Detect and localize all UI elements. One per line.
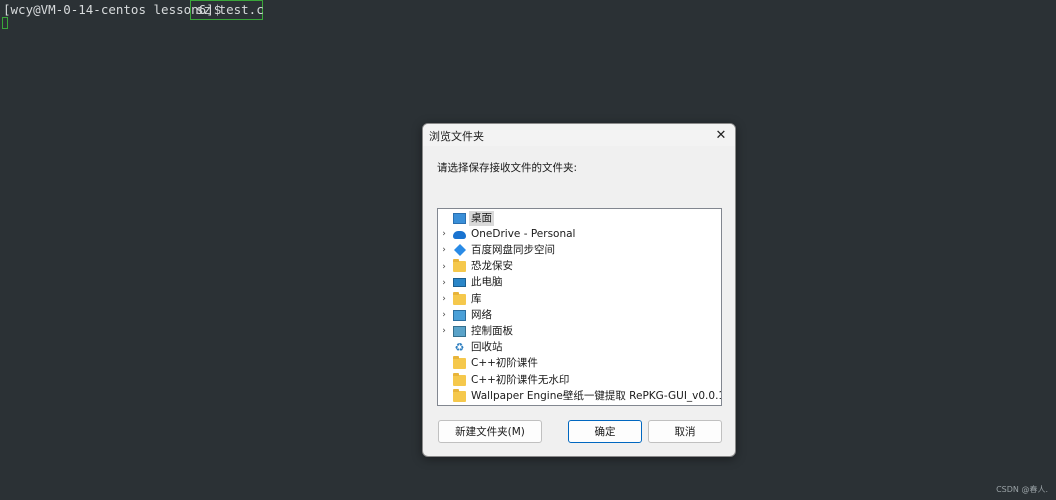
recycle-bin-icon: ♻ [454, 341, 465, 355]
chevron-right-icon[interactable]: › [440, 229, 448, 239]
cancel-button[interactable]: 取消 [648, 420, 722, 443]
folder-tree[interactable]: 桌面 › OneDrive - Personal › 百度网盘同步空间 › 恐龙保安 › 此电脑… [437, 208, 722, 406]
tree-item[interactable]: C++初阶课件无水印 [438, 372, 571, 388]
tree-item-label: 库 [471, 292, 482, 305]
terminal-cursor [2, 17, 8, 29]
tree-item-label: 网络 [471, 308, 492, 321]
chevron-right-icon[interactable]: › [440, 326, 448, 336]
desktop-icon [453, 212, 466, 224]
close-button[interactable]: ✕ [707, 124, 735, 146]
folder-icon [453, 372, 466, 386]
watermark: CSDN @春人. [996, 485, 1048, 494]
tree-item-label: 控制面板 [471, 324, 513, 337]
tree-item[interactable]: › 网络 [438, 307, 494, 323]
network-icon [453, 309, 466, 321]
tree-item[interactable]: › 控制面板 [438, 323, 515, 339]
chevron-right-icon[interactable]: › [440, 278, 448, 288]
tree-item-label: 桌面 [469, 210, 494, 226]
ok-button[interactable]: 确定 [568, 420, 642, 443]
dialog-title: 浏览文件夹 [429, 130, 484, 143]
onedrive-icon [453, 231, 466, 240]
control-panel-icon [453, 325, 466, 337]
tree-item[interactable]: › 此电脑 [438, 275, 505, 291]
tree-item-label: 恐龙保安 [471, 260, 513, 273]
tree-item[interactable]: Wallpaper Engine壁纸一键提取 RePKG-GUI_v0.0.1.… [438, 388, 722, 404]
tree-item-label: 此电脑 [471, 276, 503, 289]
browse-folder-dialog: 浏览文件夹 ✕ 请选择保存接收文件的文件夹: 桌面 › OneDrive - Per… [422, 123, 736, 457]
tree-item[interactable]: 桌面 [438, 210, 494, 226]
tree-item[interactable]: › 百度网盘同步空间 [438, 242, 557, 258]
chevron-right-icon[interactable]: › [440, 294, 448, 304]
baidu-netdisk-icon [453, 244, 467, 257]
folder-icon [453, 259, 466, 273]
tree-item[interactable]: ♻ 回收站 [438, 340, 505, 356]
tree-item-label: Wallpaper Engine壁纸一键提取 RePKG-GUI_v0.0.1.… [471, 389, 722, 402]
chevron-right-icon[interactable]: › [440, 262, 448, 272]
terminal-prompt: [wcy@VM-0-14-centos lesson6]$ [3, 2, 222, 17]
chevron-right-icon[interactable]: › [440, 310, 448, 320]
tree-item[interactable]: › 恐龙保安 [438, 259, 515, 275]
tree-item-label: OneDrive - Personal [471, 227, 576, 240]
close-icon: ✕ [715, 127, 727, 143]
tree-item[interactable]: › 库 [438, 291, 484, 307]
new-folder-button[interactable]: 新建文件夹(M) [438, 420, 542, 443]
dialog-titlebar[interactable]: 浏览文件夹 ✕ [423, 124, 735, 146]
tree-item[interactable]: C++初阶课件 [438, 356, 540, 372]
tree-item[interactable]: › OneDrive - Personal [438, 226, 577, 242]
folder-icon [453, 388, 466, 402]
tree-item-label: C++初阶课件 [471, 357, 538, 370]
folder-icon [453, 291, 466, 305]
terminal-command: sz test.c [196, 2, 264, 17]
computer-icon [453, 278, 466, 288]
dialog-instruction: 请选择保存接收文件的文件夹: [437, 162, 578, 174]
tree-item-label: 回收站 [471, 341, 503, 354]
tree-item-label: C++初阶课件无水印 [471, 373, 570, 386]
folder-icon [453, 356, 466, 370]
tree-item-label: 百度网盘同步空间 [471, 243, 555, 256]
chevron-right-icon[interactable]: › [440, 245, 448, 255]
